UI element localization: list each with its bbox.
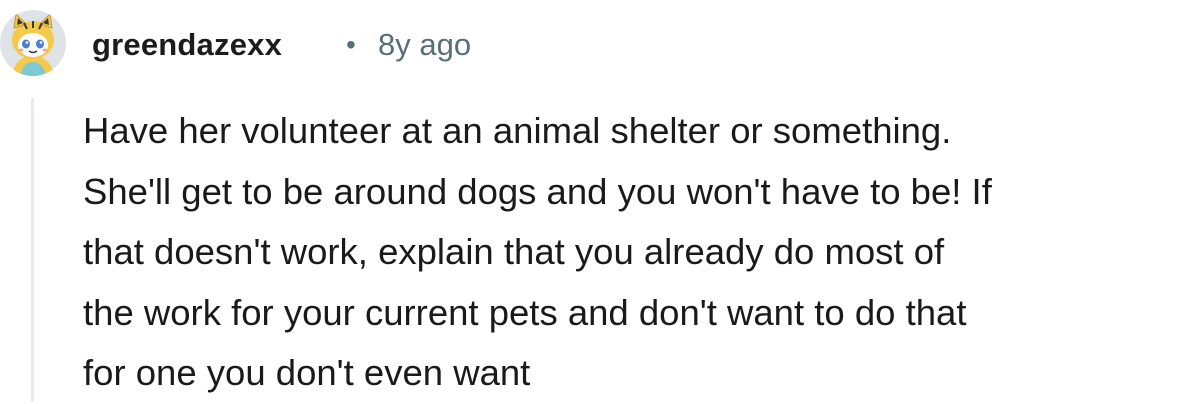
thread-collapse-line[interactable] — [31, 98, 34, 402]
comment-timestamp[interactable]: 8y ago — [378, 23, 471, 67]
author-username[interactable]: greendazexx — [92, 23, 282, 67]
snoo-avatar-icon — [0, 10, 66, 76]
comment-header: greendazexx • 8y ago — [0, 0, 1178, 90]
meta-separator: • — [346, 29, 356, 60]
comment: greendazexx • 8y ago Have her volunteer … — [0, 0, 1178, 402]
comment-body: Have her volunteer at an animal shelter … — [83, 110, 992, 394]
user-avatar[interactable] — [0, 10, 66, 76]
